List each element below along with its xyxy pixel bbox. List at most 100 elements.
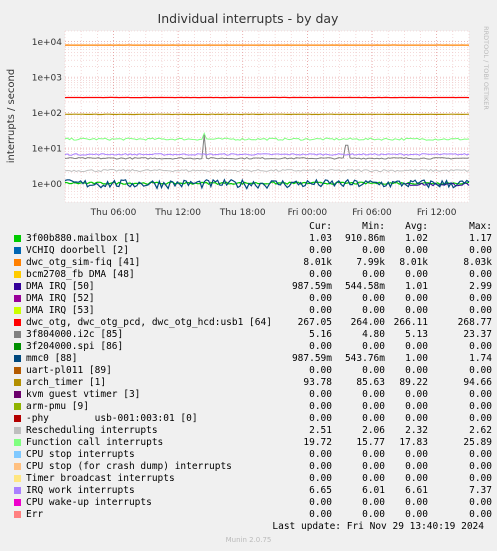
legend-value: 8.03k — [463, 257, 492, 268]
legend-series-name: bcm2708_fb DMA [48] — [26, 269, 135, 280]
legend-value: 6.65 — [309, 485, 332, 496]
legend-value: 0.00 — [309, 401, 332, 412]
legend-value: 17.83 — [399, 437, 428, 448]
legend-value: 0.00 — [469, 401, 492, 412]
legend-value: 7.37 — [469, 485, 492, 496]
legend-series-name: dwc_otg_sim-fiq [41] — [26, 257, 141, 268]
legend-value: 0.00 — [469, 305, 492, 316]
legend-swatch — [14, 475, 21, 482]
legend-value: 0.00 — [309, 305, 332, 316]
legend-swatch — [14, 319, 21, 326]
legend-swatch — [14, 331, 21, 338]
legend-value: 0.00 — [309, 245, 332, 256]
legend-swatch — [14, 451, 21, 458]
legend-value: 8.01k — [399, 257, 428, 268]
legend-value: 0.00 — [469, 497, 492, 508]
legend-value: 0.00 — [469, 389, 492, 400]
legend-row: uart-pl011 [89] 0.00 0.00 0.00 0.00 — [0, 365, 497, 377]
legend-row: kvm guest vtimer [3] 0.00 0.00 0.00 0.00 — [0, 389, 497, 401]
legend-value: 0.00 — [469, 461, 492, 472]
legend-value: 0.00 — [405, 461, 428, 472]
legend-row: CPU stop interrupts 0.00 0.00 0.00 0.00 — [0, 449, 497, 461]
legend-row: arch_timer [1] 93.78 85.63 89.22 94.66 — [0, 377, 497, 389]
legend-value: 0.00 — [405, 449, 428, 460]
legend-series-name: 3f204000.spi [86] — [26, 341, 124, 352]
legend-series-name: Err — [26, 509, 44, 520]
legend-row: Timer broadcast interrupts 0.00 0.00 0.00 0.… — [0, 473, 497, 485]
legend-value: 0.00 — [469, 509, 492, 520]
legend-row: VCHIQ doorbell [2] 0.00 0.00 0.00 0.00 — [0, 245, 497, 257]
y-tick-label: 1e+01 — [32, 145, 62, 155]
plot-area — [65, 31, 469, 202]
legend-value: 0.00 — [405, 401, 428, 412]
legend-series-name: CPU wake-up interrupts — [26, 497, 152, 508]
legend-row: IRQ work interrupts 6.65 6.01 6.61 7.37 — [0, 485, 497, 497]
legend-column-header: Cur: — [309, 221, 332, 232]
legend-value: 268.77 — [457, 317, 492, 328]
x-tick-label: Thu 18:00 — [219, 208, 266, 218]
legend-series-name: 3f804000.i2c [85] — [26, 329, 124, 340]
legend-value: 94.66 — [463, 377, 492, 388]
legend-swatch — [14, 403, 21, 410]
legend-column-header: Max: — [469, 221, 492, 232]
legend-value: 89.22 — [399, 377, 428, 388]
legend-row: Err 0.00 0.00 0.00 0.00 — [0, 509, 497, 521]
legend-value: 0.00 — [405, 509, 428, 520]
legend-value: 0.00 — [309, 509, 332, 520]
legend-value: 0.00 — [309, 449, 332, 460]
chart-title: Individual interrupts - by day — [158, 11, 340, 26]
legend-swatch — [14, 247, 21, 254]
y-tick-label: 1e+02 — [32, 109, 62, 119]
legend-value: 987.59m — [291, 281, 332, 292]
legend-value: 0.00 — [309, 341, 332, 352]
legend-series-name: kvm guest vtimer [3] — [26, 389, 141, 400]
legend-swatch — [14, 487, 21, 494]
legend-row: 3f804000.i2c [85] 5.16 4.80 5.13 23.37 — [0, 329, 497, 341]
y-tick-label: 1e+04 — [32, 38, 63, 48]
legend-swatch — [14, 427, 21, 434]
legend-series-name: dwc_otg, dwc_otg_pcd, dwc_otg_hcd:usb1 [… — [26, 317, 272, 328]
legend-row: DMA IRQ [52] 0.00 0.00 0.00 0.00 — [0, 293, 497, 305]
legend-value: 0.00 — [309, 413, 332, 424]
legend-value: 0.00 — [405, 293, 428, 304]
legend-value: 0.00 — [309, 365, 332, 376]
legend-series-name: arch_timer [1] — [26, 377, 107, 388]
legend-row: bcm2708_fb DMA [48] 0.00 0.00 0.00 0.00 — [0, 269, 497, 281]
legend-value: 0.00 — [405, 497, 428, 508]
legend-value: 266.11 — [393, 317, 428, 328]
legend-value: 8.01k — [303, 257, 332, 268]
y-tick-label: 1e+03 — [32, 74, 62, 84]
legend-value: 6.61 — [405, 485, 428, 496]
legend-value: 0.00 — [469, 449, 492, 460]
legend-value: 0.00 — [469, 245, 492, 256]
legend-series-name: Timer broadcast interrupts — [26, 473, 175, 484]
legend-swatch — [14, 235, 21, 242]
legend-column-header: Avg: — [405, 221, 428, 232]
legend-value: 0.00 — [469, 365, 492, 376]
x-tick-label: Thu 06:00 — [90, 208, 137, 218]
legend-value: 0.00 — [405, 473, 428, 484]
legend-value: 93.78 — [303, 377, 332, 388]
legend-value: 1.17 — [469, 233, 492, 244]
legend-series-name: 3f00b880.mailbox [1] — [26, 233, 141, 244]
legend-row: dwc_otg, dwc_otg_pcd, dwc_otg_hcd:usb1 [… — [0, 317, 497, 329]
legend-value: 0.00 — [469, 293, 492, 304]
legend-value: 0.00 — [405, 305, 428, 316]
last-update: Last update: Fri Nov 29 13:40:19 2024 — [272, 521, 484, 532]
legend-value: 0.00 — [309, 461, 332, 472]
legend-value: 0.00 — [309, 269, 332, 280]
legend-series-name: mmc0 [88] — [26, 353, 78, 364]
legend-value: 5.13 — [405, 329, 428, 340]
legend-row: DMA IRQ [53] 0.00 0.00 0.00 0.00 — [0, 305, 497, 317]
legend-value: 25.89 — [463, 437, 492, 448]
legend-value: 1.02 — [405, 233, 428, 244]
legend-value: 1.01 — [405, 281, 428, 292]
legend-value: 2.99 — [469, 281, 492, 292]
legend-series-name: -phy usb-001:003:01 [0] — [26, 413, 198, 424]
legend-value: 0.00 — [309, 293, 332, 304]
legend-value: 2.62 — [469, 425, 492, 436]
legend-row: CPU stop (for crash dump) interrupts 0.00… — [0, 461, 497, 473]
legend-value: 0.00 — [405, 365, 428, 376]
legend-swatch — [14, 415, 21, 422]
legend-value: 1.00 — [405, 353, 428, 364]
